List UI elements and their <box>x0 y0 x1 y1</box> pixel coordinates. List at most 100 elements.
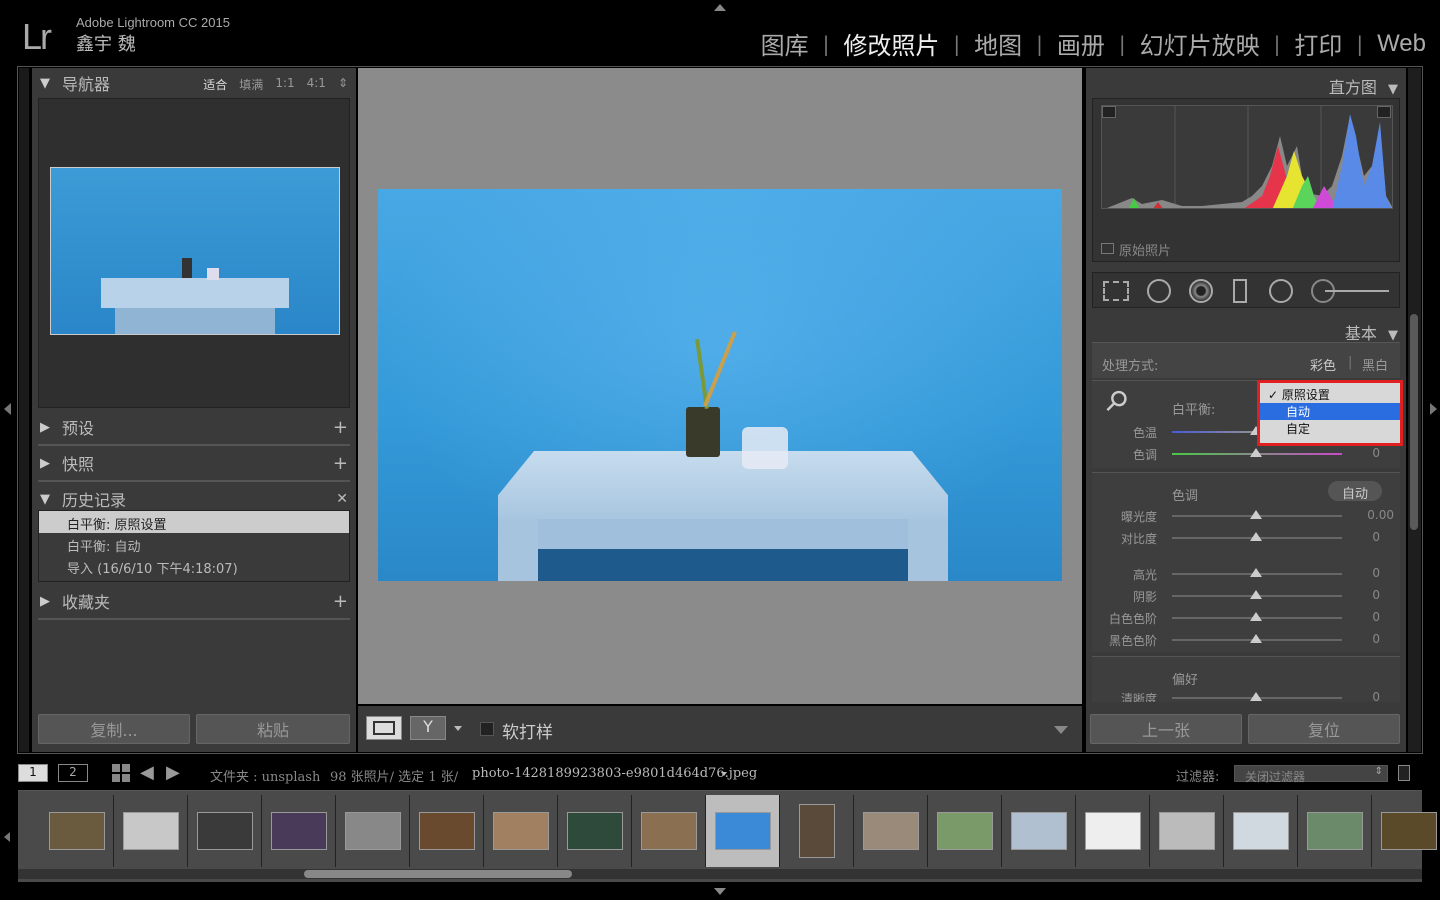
histogram-header[interactable]: 直方图 ▼ <box>1329 74 1398 98</box>
filmstrip-thumbnail[interactable] <box>632 795 706 867</box>
snapshots-header[interactable]: ▶ 快照 + <box>32 446 356 480</box>
photo-canvas[interactable] <box>358 68 1082 704</box>
previous-button[interactable]: 上一张 <box>1090 714 1242 744</box>
exposure-slider[interactable]: 曝光度 0.00 <box>1092 505 1402 527</box>
source-label[interactable]: 文件夹 : unsplash <box>210 766 320 785</box>
filename[interactable]: photo-1428189923803-e9801d464d76.jpeg <box>472 766 757 781</box>
wb-option-auto[interactable]: 自动 <box>1260 403 1400 420</box>
add-preset-icon[interactable]: + <box>333 417 348 438</box>
module-library[interactable]: 图库 <box>761 26 809 61</box>
back-arrow-icon[interactable]: ◀ <box>140 762 154 783</box>
bottom-triangle-down-icon[interactable] <box>714 888 726 895</box>
filmstrip-thumbnail[interactable] <box>188 795 262 867</box>
history-item[interactable]: 导入 (16/6/10 下午4:18:07) <box>39 555 349 577</box>
zoom-stepper-icon[interactable]: ⇕ <box>338 76 348 93</box>
filename-dropdown-icon[interactable] <box>721 772 727 776</box>
presets-header[interactable]: ▶ 预设 + <box>32 410 356 444</box>
tint-slider[interactable]: 色调 0 <box>1092 443 1402 465</box>
filmstrip-thumbnail[interactable] <box>706 795 780 867</box>
original-photo-checkbox[interactable] <box>1101 243 1114 254</box>
filmstrip-thumbnail[interactable] <box>336 795 410 867</box>
wb-option-custom[interactable]: 自定 <box>1260 420 1400 437</box>
filmstrip-thumbnail[interactable] <box>262 795 336 867</box>
filmstrip-thumbnail[interactable] <box>1076 795 1150 867</box>
grid-view-icon[interactable] <box>112 764 130 782</box>
history-item[interactable]: 白平衡: 原照设置 <box>39 511 349 533</box>
zoom-1-1[interactable]: 1:1 <box>275 76 294 93</box>
module-slideshow[interactable]: 幻灯片放映 <box>1140 26 1260 61</box>
filmstrip-thumbnail[interactable] <box>1372 795 1440 867</box>
screen-2-button[interactable]: 2 <box>58 764 88 782</box>
forward-arrow-icon[interactable]: ▶ <box>166 762 180 783</box>
filmstrip-thumbnail[interactable] <box>114 795 188 867</box>
module-web[interactable]: Web <box>1377 30 1426 58</box>
filmstrip-thumbnail[interactable] <box>484 795 558 867</box>
contrast-slider[interactable]: 对比度 0 <box>1092 527 1402 549</box>
clarity-slider[interactable]: 清晰度 0 <box>1092 687 1400 702</box>
soft-proof-checkbox[interactable] <box>480 722 494 736</box>
add-snapshot-icon[interactable]: + <box>333 453 348 474</box>
treatment-color[interactable]: 彩色 <box>1310 355 1336 374</box>
module-book[interactable]: 画册 <box>1057 26 1105 61</box>
filmstrip-thumbnail[interactable] <box>558 795 632 867</box>
filmstrip-thumbnail[interactable] <box>1224 795 1298 867</box>
radial-filter-icon[interactable] <box>1269 279 1293 303</box>
copy-button[interactable]: 复制... <box>38 714 190 744</box>
crop-tool-icon[interactable] <box>1103 281 1129 301</box>
wb-option-as-shot[interactable]: ✓ 原照设置 <box>1260 386 1400 403</box>
left-panel-toggle-icon[interactable] <box>4 403 11 415</box>
before-after-dropdown-icon[interactable] <box>454 726 462 731</box>
filmstrip-thumbnail[interactable] <box>928 795 1002 867</box>
add-collection-icon[interactable]: + <box>333 591 348 612</box>
histogram[interactable]: 原始照片 <box>1092 98 1400 262</box>
highlights-slider[interactable]: 高光 0 <box>1092 563 1402 585</box>
module-map[interactable]: 地图 <box>974 26 1022 61</box>
filmstrip-thumbnail[interactable] <box>410 795 484 867</box>
loupe-view-button[interactable] <box>366 716 402 740</box>
filmstrip-thumbnail[interactable] <box>854 795 928 867</box>
navigator-preview[interactable] <box>38 98 350 408</box>
wb-dropdown-menu[interactable]: ✓ 原照设置 自动 自定 <box>1257 380 1403 446</box>
treatment-bw[interactable]: 黑白 <box>1362 355 1388 374</box>
zoom-fill[interactable]: 填满 <box>239 76 263 93</box>
before-after-button[interactable]: Y <box>410 716 446 740</box>
top-triangle-up-icon[interactable] <box>714 4 726 11</box>
history-item[interactable]: 白平衡: 自动 <box>39 533 349 555</box>
tone-auto-button[interactable]: 自动 <box>1328 481 1382 502</box>
highlight-clipping-icon[interactable] <box>1377 106 1391 118</box>
red-eye-icon[interactable] <box>1189 279 1213 303</box>
module-print[interactable]: 打印 <box>1294 26 1342 61</box>
filmstrip-scrollbar[interactable] <box>18 869 1422 879</box>
filmstrip-left-toggle-icon[interactable] <box>4 832 10 842</box>
filmstrip-thumbnail[interactable] <box>1150 795 1224 867</box>
zoom-fit[interactable]: 适合 <box>203 76 227 93</box>
right-panel-scrollbar[interactable] <box>1408 68 1421 752</box>
navigator-thumbnail[interactable] <box>50 167 340 335</box>
filter-lock-icon[interactable] <box>1398 765 1410 781</box>
graduated-filter-icon[interactable] <box>1233 279 1247 303</box>
filmstrip-thumbnail[interactable] <box>40 795 114 867</box>
filmstrip-thumbnail[interactable] <box>1298 795 1372 867</box>
module-develop[interactable]: 修改照片 <box>843 26 939 61</box>
whites-slider[interactable]: 白色色阶 0 <box>1092 607 1402 629</box>
thumbnail-image <box>640 812 697 850</box>
shadow-clipping-icon[interactable] <box>1102 106 1116 118</box>
clear-history-icon[interactable]: ✕ <box>336 491 348 507</box>
filmstrip-thumbnail[interactable] <box>1002 795 1076 867</box>
lightroom-logo: Lr <box>22 16 52 57</box>
blacks-slider[interactable]: 黑色色阶 0 <box>1092 629 1402 651</box>
zoom-4-1[interactable]: 4:1 <box>307 76 326 93</box>
shadows-slider[interactable]: 阴影 0 <box>1092 585 1402 607</box>
screen-1-button[interactable]: 1 <box>18 764 48 782</box>
reset-button[interactable]: 复位 <box>1248 714 1400 744</box>
filter-select[interactable]: 关闭过滤器 ⇕ <box>1234 765 1388 784</box>
collections-header[interactable]: ▶ 收藏夹 + <box>32 584 356 618</box>
navigator-header[interactable]: ▼ 导航器 适合 填满 1:1 4:1 ⇕ <box>32 68 356 98</box>
filmstrip-thumbnail[interactable] <box>780 795 854 867</box>
main-photo[interactable] <box>378 189 1062 581</box>
paste-button[interactable]: 粘贴 <box>196 714 350 744</box>
toolbar-menu-icon[interactable] <box>1054 726 1068 734</box>
right-panel-toggle-icon[interactable] <box>1430 403 1437 415</box>
basic-header[interactable]: 基本 ▼ <box>1345 320 1398 344</box>
spot-removal-icon[interactable] <box>1147 279 1171 303</box>
